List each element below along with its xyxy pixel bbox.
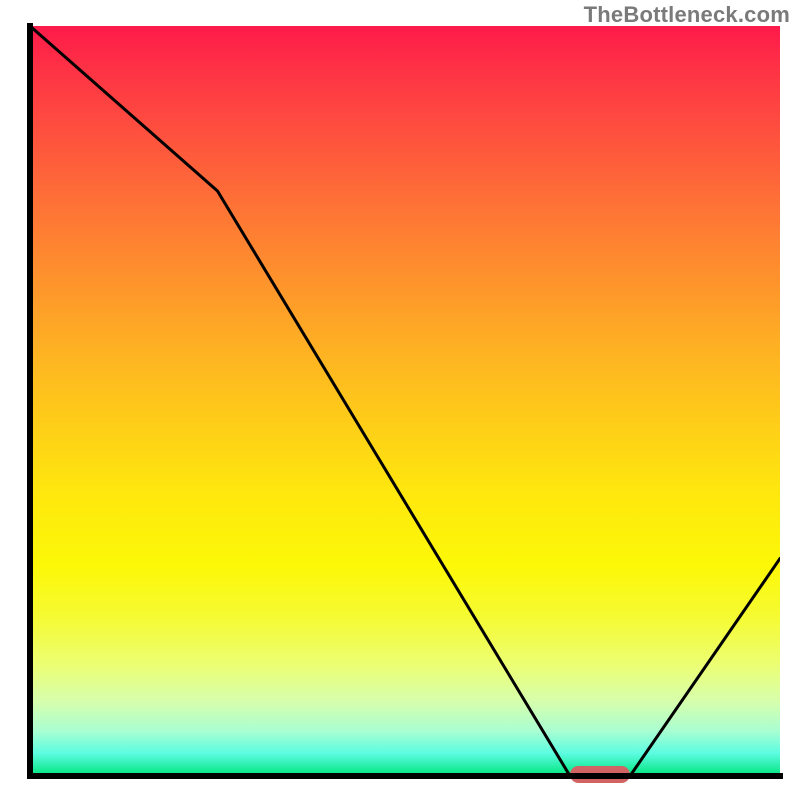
axes (0, 0, 800, 800)
chart-container: TheBottleneck.com (0, 0, 800, 800)
